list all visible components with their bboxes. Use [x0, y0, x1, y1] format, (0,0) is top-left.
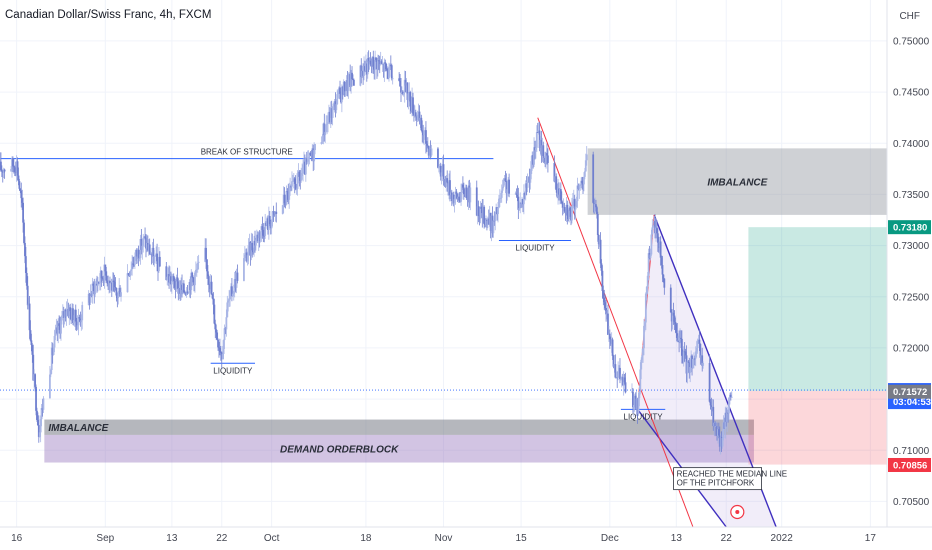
- candle-body: [114, 286, 117, 288]
- candle-body: [158, 256, 161, 267]
- candle-body: [94, 284, 97, 295]
- candle-body: [624, 382, 627, 393]
- candle-body: [661, 265, 664, 275]
- candle-body: [210, 281, 213, 295]
- x-tick-label: 2022: [771, 533, 794, 544]
- x-tick-label: 22: [216, 533, 228, 544]
- candle-body: [236, 272, 239, 281]
- candle-body: [632, 391, 634, 408]
- candle-body: [547, 155, 549, 163]
- candle-body: [153, 256, 156, 264]
- y-tick-label: 0.70500: [893, 497, 930, 508]
- candle-body: [659, 241, 662, 258]
- candle-body: [702, 363, 705, 366]
- candle-body: [469, 187, 472, 203]
- x-tick-label: Dec: [601, 533, 619, 544]
- candle-body: [391, 78, 394, 80]
- level-label-2: LIQUIDITY: [515, 243, 555, 252]
- candle-body: [197, 261, 200, 263]
- candle-body: [414, 112, 417, 117]
- candle-body: [585, 154, 588, 161]
- y-tick-label: 0.73500: [893, 190, 930, 201]
- price-tag-label-4: 0.70856: [893, 460, 927, 471]
- candle-body: [730, 396, 733, 398]
- candle-body: [662, 274, 665, 279]
- candle-body: [430, 148, 433, 156]
- level-label-1: BREAK OF STRUCTURE: [201, 148, 293, 157]
- x-tick-label: 16: [11, 533, 23, 544]
- x-tick-label: 18: [360, 533, 372, 544]
- symbol-title: Canadian Dollar/Swiss Franc, 4h, FXCM: [5, 9, 212, 21]
- zone-label-imbalance-bottom: IMBALANCE: [48, 423, 108, 434]
- y-tick-label: 0.74500: [893, 88, 930, 99]
- candle-body: [508, 179, 511, 194]
- x-tick-label: 17: [865, 533, 877, 544]
- candle-body: [3, 169, 6, 172]
- annotation-line-1: REACHED THE MEDIAN LINE: [677, 470, 788, 479]
- candle-body: [314, 144, 316, 151]
- chart-stage[interactable]: IMBALANCE IMBALANCE DEMAND ORDERBLOCK BREAK…: [0, 0, 932, 550]
- candle-body: [663, 278, 666, 288]
- annotation-line-2: OF THE PITCHFORK: [677, 479, 755, 488]
- x-tick-label: Oct: [264, 533, 280, 544]
- candle-body: [275, 211, 278, 214]
- candle-body: [291, 181, 293, 187]
- x-tick-label: Sep: [96, 533, 114, 544]
- price-tag-label-1: 0.73180: [893, 223, 927, 234]
- x-tick-label: Nov: [435, 533, 453, 544]
- x-tick-label: 22: [721, 533, 733, 544]
- candle-body: [48, 374, 51, 399]
- currency-label: CHF: [899, 11, 920, 22]
- candle-body: [669, 287, 672, 313]
- y-tick-label: 0.71000: [893, 446, 930, 457]
- candle-body: [477, 206, 480, 217]
- y-tick-label: 0.73000: [893, 241, 930, 252]
- zone-label-demand-orderblock: DEMAND ORDERBLOCK: [280, 445, 399, 456]
- candle-body: [611, 339, 614, 356]
- candle-body: [120, 292, 122, 297]
- candle-body: [596, 213, 599, 236]
- candle-body: [61, 315, 63, 321]
- x-tick-label: 13: [671, 533, 683, 544]
- candle-body: [205, 247, 207, 260]
- candle-body: [335, 104, 338, 111]
- candle-body: [207, 276, 210, 285]
- level-label-3: LIQUIDITY: [213, 366, 253, 375]
- candle-body: [592, 154, 595, 203]
- position-target-zone: [748, 227, 887, 391]
- x-tick-label: 13: [166, 533, 178, 544]
- candle-body: [708, 363, 711, 402]
- price-chart[interactable]: IMBALANCE IMBALANCE DEMAND ORDERBLOCK BREAK…: [0, 0, 932, 550]
- position-stop-zone: [748, 390, 887, 465]
- candle-body: [81, 305, 84, 321]
- y-tick-label: 0.74000: [893, 139, 930, 150]
- event-marker-dot: [735, 510, 740, 514]
- candle-body: [225, 317, 228, 330]
- y-tick-label: 0.72500: [893, 292, 930, 303]
- candle-body: [698, 339, 701, 344]
- candle-body: [18, 181, 21, 189]
- candle-body: [42, 398, 45, 410]
- zone-label-imbalance-top: IMBALANCE: [707, 178, 767, 189]
- candle-body: [583, 171, 586, 177]
- candle-body: [352, 79, 355, 86]
- y-tick-label: 0.72000: [893, 343, 930, 354]
- candle-body: [686, 361, 689, 374]
- candle-body: [126, 273, 129, 293]
- y-tick-label: 0.75000: [893, 36, 930, 47]
- candle-body: [497, 207, 499, 215]
- price-tag-label-3: 0.71572: [893, 387, 927, 398]
- zone-3: [44, 434, 754, 463]
- candle-body: [526, 181, 529, 188]
- level-label-4: LIQUIDITY: [624, 412, 664, 421]
- price-tag-countdown: 03:04:53: [893, 397, 931, 408]
- x-tick-label: 15: [516, 533, 528, 544]
- candle-body: [535, 131, 538, 148]
